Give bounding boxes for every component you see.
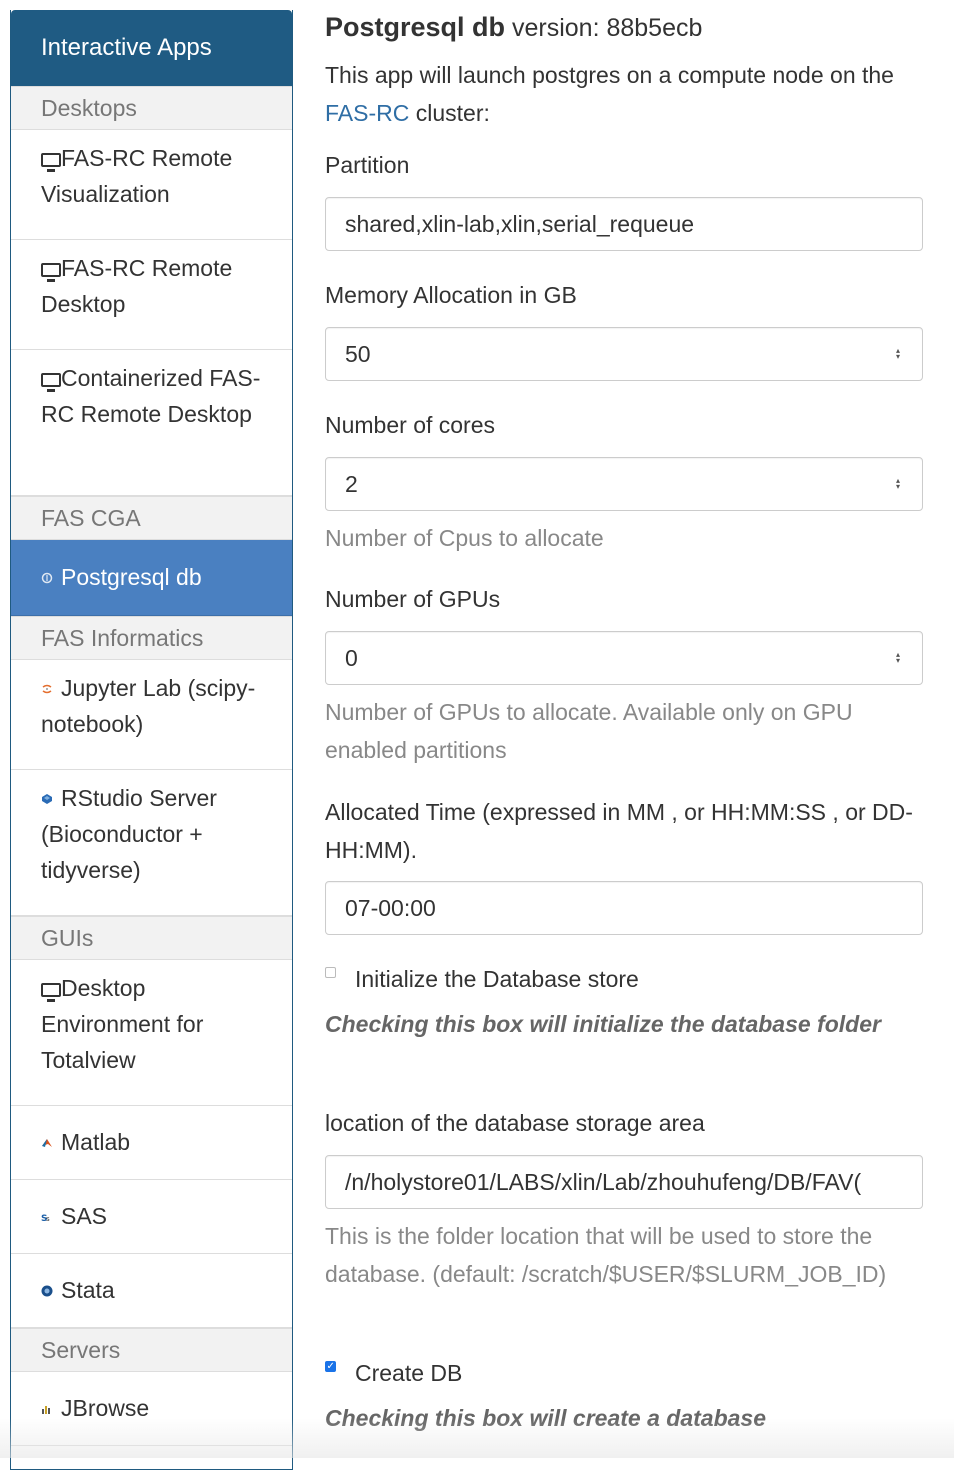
sidebar-item-label: Jupyter Lab (scipy-notebook) [41, 675, 256, 737]
partition-input[interactable]: shared,xlin-lab,xlin,serial_requeue [325, 197, 923, 251]
memory-value: 50 [345, 340, 371, 367]
version-label: version: 88b5ecb [511, 14, 703, 42]
stepper-arrows-icon[interactable]: ▴ ▾ [894, 651, 902, 665]
init-db-help-text: Checking this box will initialize the da… [325, 1011, 881, 1037]
location-input[interactable]: /n/holystore01/LABS/xlin/Lab/zhouhufeng/… [325, 1155, 923, 1209]
sidebar-item-label: Containerized FAS-RC Remote Desktop [41, 365, 261, 427]
matlab-icon [42, 1139, 52, 1147]
sidebar-item-sas[interactable]: S s SAS [11, 1180, 292, 1254]
time-input[interactable]: 07-00:00 [325, 881, 923, 935]
create-db-checkbox[interactable] [325, 1361, 336, 1372]
sidebar-item-jupyter[interactable]: Jupyter Lab (scipy-notebook) [11, 660, 292, 770]
stepper-arrows-icon[interactable]: ▴ ▾ [894, 477, 902, 491]
app-description: This app will launch postgres on a compu… [325, 56, 925, 132]
sidebar-item-label: Postgresql db [61, 564, 202, 590]
sidebar-category-desktops: Desktops [11, 86, 292, 130]
init-db-label: Initialize the Database store [355, 966, 639, 992]
monitor-icon [41, 373, 61, 392]
sidebar-category-servers: Servers [11, 1328, 292, 1372]
description-text: This app will launch postgres on a compu… [325, 62, 894, 88]
gpus-value: 0 [345, 644, 358, 671]
sidebar-item-remote-visualization[interactable]: FAS-RC Remote Visualization [11, 130, 292, 240]
jupyter-icon [42, 684, 52, 694]
partition-label: Partition [325, 152, 410, 178]
sidebar-item-label: Desktop Environment for Totalview [41, 975, 204, 1073]
sidebar-category-fas-cga: FAS CGA [11, 496, 292, 540]
jbrowse-icon [42, 1406, 50, 1414]
stepper-arrows-icon[interactable]: ▴ ▾ [894, 347, 902, 361]
sidebar-item-containerized-desktop[interactable]: Containerized FAS-RC Remote Desktop [11, 350, 292, 496]
memory-label: Memory Allocation in GB [325, 282, 577, 308]
create-db-help-text: Checking this box will create a database [325, 1405, 766, 1431]
sidebar-item-jbrowse[interactable]: JBrowse [11, 1372, 292, 1446]
sidebar-item-label: FAS-RC Remote Desktop [41, 255, 233, 317]
gpus-help-text: Number of GPUs to allocate. Available on… [325, 699, 853, 763]
sidebar-item-label: SAS [61, 1203, 108, 1229]
sidebar-header: Interactive Apps [11, 10, 292, 86]
location-label: location of the database storage area [325, 1110, 705, 1136]
page-title: Postgresql db [325, 12, 506, 42]
cores-number-input[interactable]: 2 ▴ ▾ [325, 457, 923, 511]
postgresql-elephant-icon [41, 572, 53, 584]
init-db-checkbox[interactable] [325, 967, 336, 978]
sidebar-item-totalview[interactable]: Desktop Environment for Totalview [11, 960, 292, 1106]
cores-label: Number of cores [325, 412, 496, 438]
form-title-line: Postgresql db version: 88b5ecb [325, 12, 702, 43]
bioconductor-icon [42, 794, 52, 804]
gpus-label: Number of GPUs [325, 586, 501, 612]
sidebar-item-matlab[interactable]: Matlab [11, 1106, 292, 1180]
cores-value: 2 [345, 470, 358, 497]
sidebar-item-label: RStudio Server (Bioconductor + tidyverse… [41, 785, 217, 883]
sidebar-item-postgresql[interactable]: Postgresql db [11, 540, 292, 616]
stata-icon [41, 1285, 53, 1297]
sidebar-item-rstudio[interactable]: RStudio Server (Bioconductor + tidyverse… [11, 770, 292, 916]
sidebar-category-fas-informatics: FAS Informatics [11, 616, 292, 660]
sidebar-item-label: Stata [61, 1277, 115, 1303]
sidebar-category-guis: GUIs [11, 916, 292, 960]
sidebar-item-label: JBrowse [61, 1395, 150, 1421]
monitor-icon [41, 153, 61, 172]
description-text-end: cluster: [409, 100, 490, 126]
memory-number-input[interactable]: 50 ▴ ▾ [325, 327, 923, 381]
location-help-text: This is the folder location that will be… [325, 1223, 887, 1287]
sidebar-item-label: FAS-RC Remote Visualization [41, 145, 233, 207]
monitor-icon [41, 983, 61, 1002]
cores-help-text: Number of Cpus to allocate [325, 525, 604, 551]
sas-icon: S s [41, 1214, 50, 1223]
partition-value: shared,xlin-lab,xlin,serial_requeue [345, 210, 695, 237]
monitor-icon [41, 263, 61, 282]
create-db-label: Create DB [355, 1360, 463, 1386]
sidebar: Interactive Apps Desktops FAS-RC Remote … [10, 10, 293, 1470]
time-label: Allocated Time (expressed in MM , or HH:… [325, 799, 913, 863]
svg-text:s: s [46, 1215, 50, 1223]
location-value: /n/holystore01/LABS/xlin/Lab/zhouhufeng/… [345, 1168, 862, 1195]
gpus-number-input[interactable]: 0 ▴ ▾ [325, 631, 923, 685]
time-value: 07-00:00 [345, 894, 436, 921]
sidebar-item-label: Matlab [61, 1129, 131, 1155]
fas-rc-link[interactable]: FAS-RC [325, 100, 409, 126]
sidebar-item-remote-desktop[interactable]: FAS-RC Remote Desktop [11, 240, 292, 350]
sidebar-item-stata[interactable]: Stata [11, 1254, 292, 1328]
